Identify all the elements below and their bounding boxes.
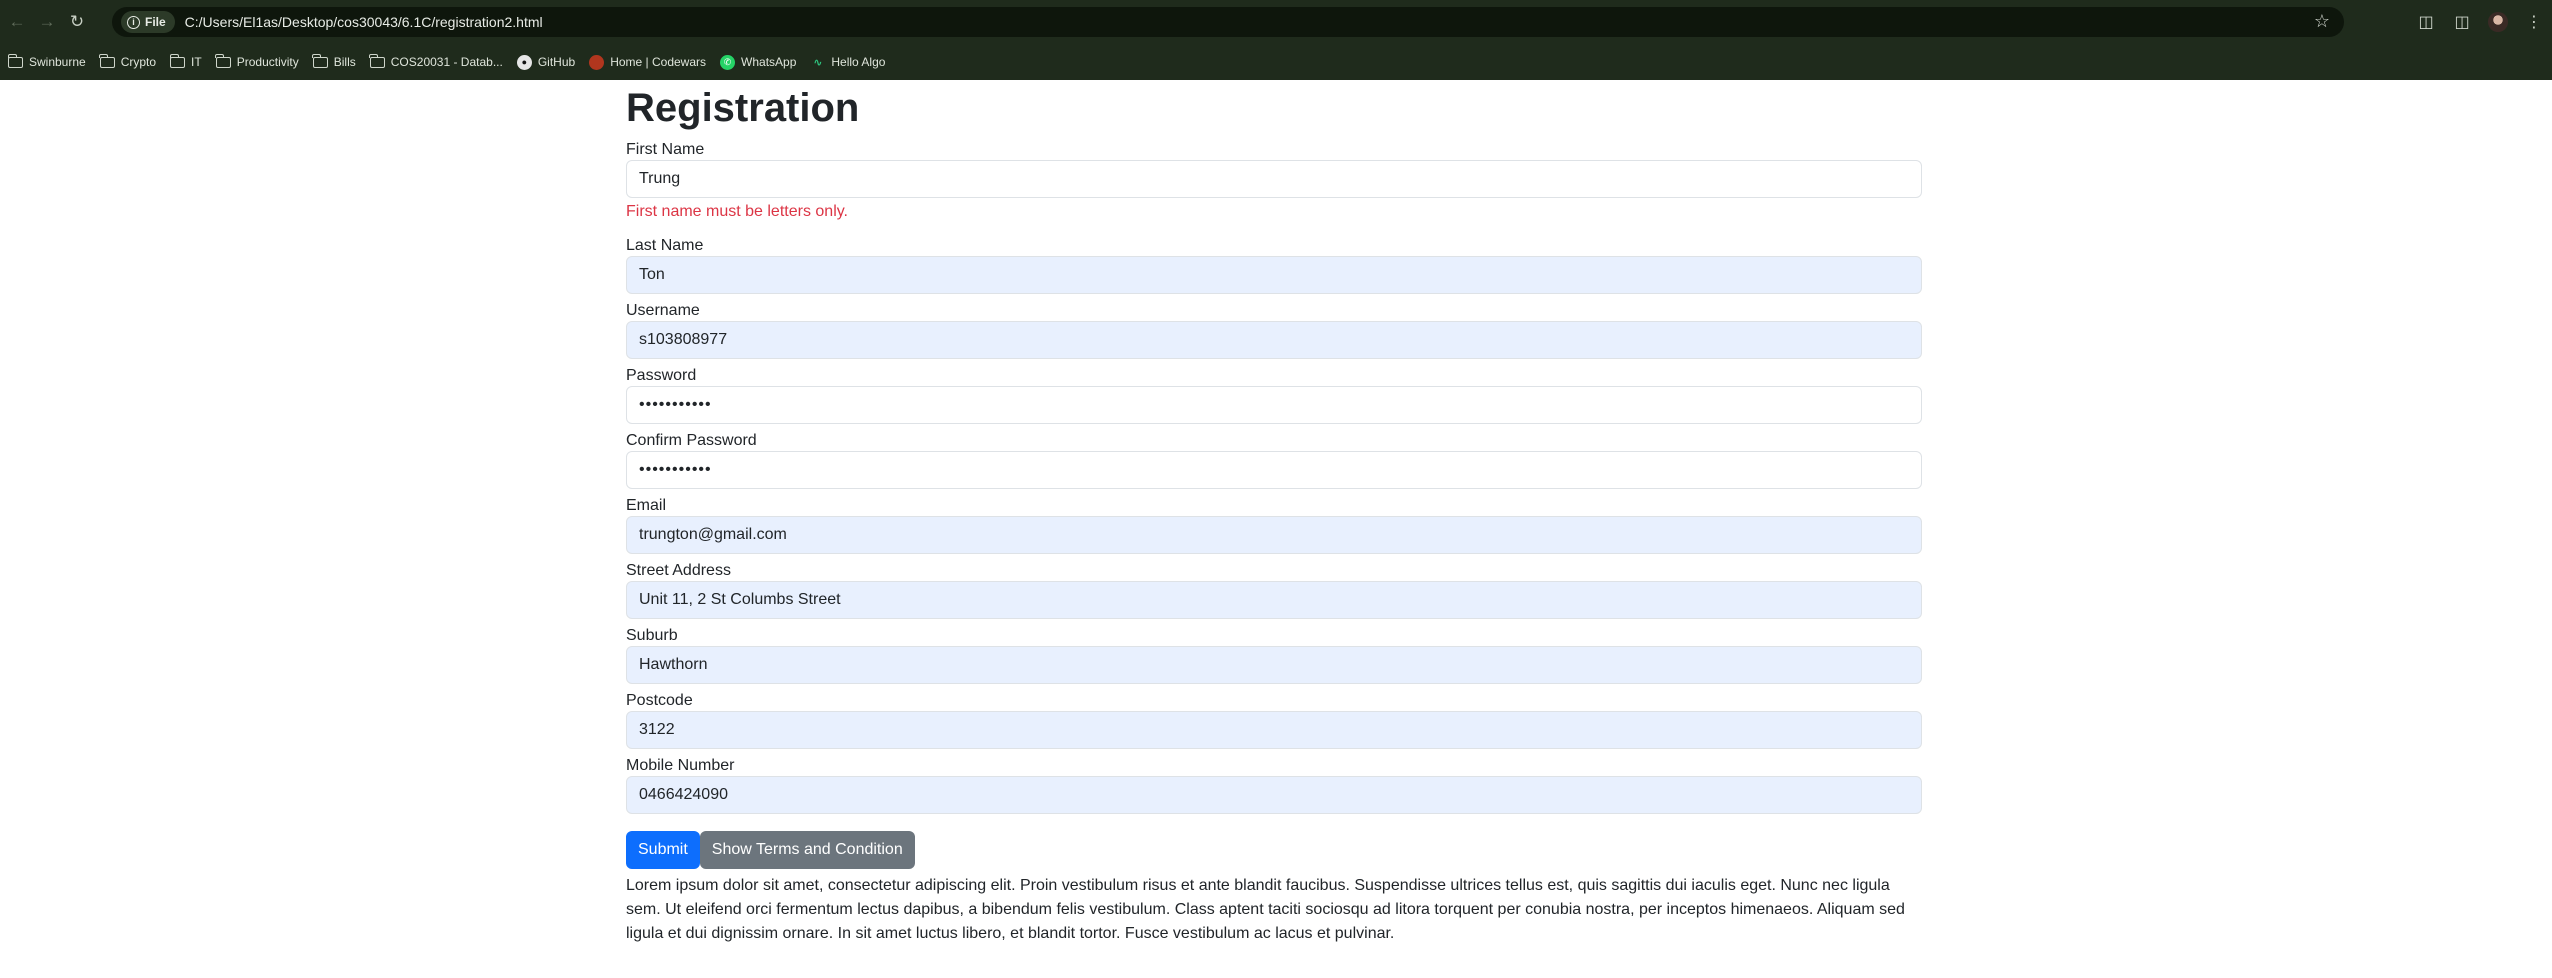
url-text[interactable]: C:/Users/El1as/Desktop/cos30043/6.1C/reg… bbox=[185, 14, 543, 30]
mobile-number-label: Mobile Number bbox=[626, 757, 735, 774]
avatar bbox=[2488, 12, 2508, 32]
email-label: Email bbox=[626, 497, 667, 514]
site-info-chip[interactable]: i File bbox=[121, 11, 175, 33]
bookmarks-bar: Swinburne Crypto IT Productivity Bills C… bbox=[0, 44, 2552, 80]
show-terms-button[interactable]: Show Terms and Condition bbox=[699, 831, 915, 869]
github-icon: ● bbox=[516, 54, 532, 70]
bookmark-hello-algo[interactable]: ∿ Hello Algo bbox=[810, 55, 885, 70]
registration-page: Registration First Name Trung First name… bbox=[626, 80, 1922, 946]
menu-icon[interactable]: ⋮ bbox=[2516, 0, 2552, 44]
suburb-label: Suburb bbox=[626, 627, 678, 644]
side-panel-icon[interactable]: ◫ bbox=[2444, 0, 2480, 44]
bookmark-label: Home | Codewars bbox=[610, 55, 707, 69]
password-input[interactable]: ••••••••••• bbox=[626, 386, 1922, 424]
browser-toolbar: ← → ↻ i File C:/Users/El1as/Desktop/cos3… bbox=[0, 0, 2552, 44]
username-label: Username bbox=[626, 302, 700, 319]
profile-avatar[interactable] bbox=[2480, 0, 2516, 44]
bookmark-swinburne[interactable]: Swinburne bbox=[7, 53, 86, 69]
whatsapp-icon: ✆ bbox=[720, 54, 736, 70]
bookmark-codewars[interactable]: Home | Codewars bbox=[589, 54, 707, 70]
site-info-label: File bbox=[145, 15, 166, 29]
terms-text: Lorem ipsum dolor sit amet, consectetur … bbox=[626, 877, 1905, 942]
suburb-input[interactable]: Hawthorn bbox=[626, 646, 1922, 684]
last-name-input[interactable]: Ton bbox=[626, 256, 1922, 294]
bookmark-star-icon[interactable]: ☆ bbox=[2314, 11, 2330, 32]
codewars-icon bbox=[589, 54, 605, 70]
submit-button[interactable]: Submit bbox=[626, 831, 700, 869]
reload-icon[interactable]: ↻ bbox=[62, 7, 92, 37]
bookmark-label: Hello Algo bbox=[831, 55, 886, 69]
folder-icon bbox=[99, 53, 115, 68]
bookmark-bills[interactable]: Bills bbox=[312, 53, 356, 69]
address-bar[interactable]: i File C:/Users/El1as/Desktop/cos30043/6… bbox=[112, 7, 2344, 37]
page-title: Registration bbox=[626, 86, 860, 130]
form-buttons: Submit Show Terms and Condition bbox=[626, 831, 1922, 869]
bookmark-productivity[interactable]: Productivity bbox=[215, 53, 299, 69]
extensions-icon[interactable]: ◫ bbox=[2408, 0, 2444, 44]
first-name-input[interactable]: Trung bbox=[626, 160, 1922, 198]
last-name-label: Last Name bbox=[626, 237, 704, 254]
bookmark-label: WhatsApp bbox=[741, 55, 797, 69]
forward-icon[interactable]: → bbox=[32, 7, 62, 37]
bookmark-crypto[interactable]: Crypto bbox=[99, 53, 157, 69]
hello-algo-icon: ∿ bbox=[813, 56, 823, 69]
folder-icon bbox=[369, 53, 385, 68]
bookmark-label: GitHub bbox=[537, 55, 576, 69]
street-address-input[interactable]: Unit 11, 2 St Columbs Street bbox=[626, 581, 1922, 619]
bookmark-label: Productivity bbox=[236, 55, 299, 69]
bookmark-label: COS20031 - Datab... bbox=[390, 55, 503, 69]
bookmark-label: Swinburne bbox=[29, 55, 86, 69]
postcode-label: Postcode bbox=[626, 692, 693, 709]
bookmark-it[interactable]: IT bbox=[169, 53, 202, 69]
confirm-password-input[interactable]: ••••••••••• bbox=[626, 451, 1922, 489]
bookmark-label: IT bbox=[191, 55, 202, 69]
first-name-error: First name must be letters only. bbox=[626, 203, 848, 220]
street-address-label: Street Address bbox=[626, 562, 731, 579]
bookmark-label: Crypto bbox=[120, 55, 157, 69]
bookmark-label: Bills bbox=[333, 55, 356, 69]
folder-icon bbox=[7, 53, 23, 68]
folder-icon bbox=[169, 53, 186, 68]
username-input[interactable]: s103808977 bbox=[626, 321, 1922, 359]
bookmark-whatsapp[interactable]: ✆ WhatsApp bbox=[720, 54, 797, 70]
back-icon[interactable]: ← bbox=[2, 7, 32, 37]
first-name-label: First Name bbox=[626, 141, 705, 158]
confirm-password-label: Confirm Password bbox=[626, 432, 757, 449]
folder-icon bbox=[215, 53, 231, 68]
password-label: Password bbox=[626, 367, 697, 384]
postcode-input[interactable]: 3122 bbox=[626, 711, 1922, 749]
info-icon: i bbox=[127, 15, 140, 29]
bookmark-cos20031[interactable]: COS20031 - Datab... bbox=[369, 53, 503, 69]
bookmark-github[interactable]: ● GitHub bbox=[516, 54, 576, 70]
email-input[interactable]: trungton@gmail.com bbox=[626, 516, 1922, 554]
folder-icon bbox=[312, 53, 328, 68]
mobile-number-input[interactable]: 0466424090 bbox=[626, 776, 1922, 814]
